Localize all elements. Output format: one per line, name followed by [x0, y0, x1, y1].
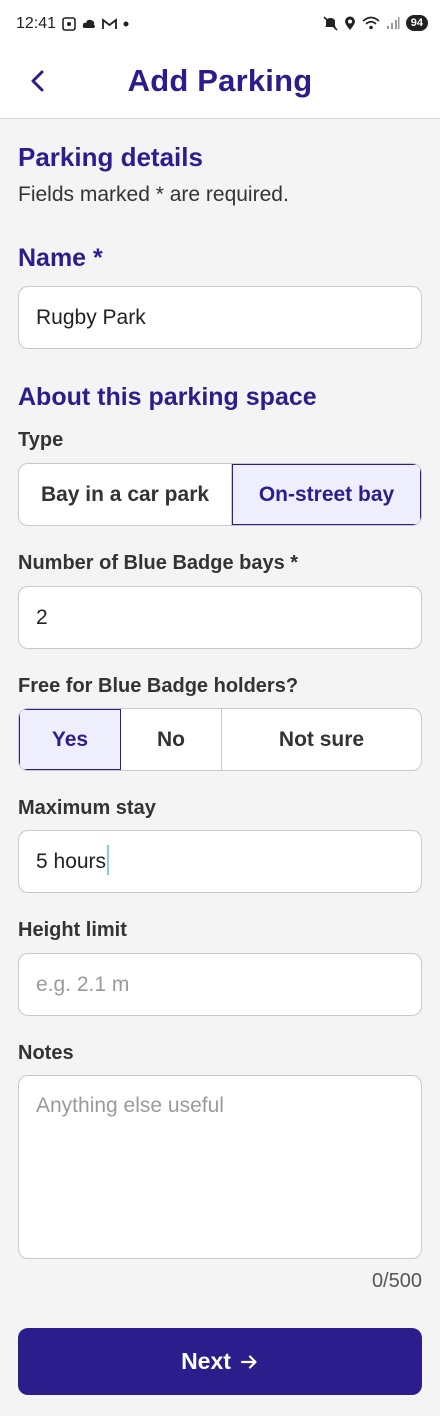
- name-value: Rugby Park: [36, 306, 146, 329]
- system-icons: 94: [323, 15, 428, 31]
- dot-icon: [123, 21, 129, 27]
- free-option-yes[interactable]: Yes: [19, 709, 121, 770]
- notes-counter: 0/500: [371, 1270, 422, 1292]
- free-option-no-label: No: [157, 727, 185, 751]
- text-caret: [107, 845, 110, 876]
- gmail-icon: [102, 18, 117, 29]
- mute-icon: [323, 15, 338, 31]
- status-time: 12:41: [16, 15, 57, 32]
- type-label: Type: [18, 429, 64, 451]
- notes-field[interactable]: Anything else useful: [18, 1075, 422, 1259]
- bays-field[interactable]: 2: [18, 586, 422, 649]
- battery-level: 94: [410, 17, 423, 29]
- free-label: Free for Blue Badge holders?: [18, 675, 299, 697]
- notes-label: Notes: [18, 1042, 74, 1064]
- height-label: Height limit: [18, 919, 127, 941]
- next-button-label: Next: [181, 1348, 231, 1374]
- name-field[interactable]: Rugby Park: [18, 286, 422, 349]
- free-option-no[interactable]: No: [121, 709, 222, 770]
- type-option-car-park-label: Bay in a car park: [40, 482, 210, 506]
- free-option-yes-label: Yes: [51, 727, 89, 751]
- height-placeholder: e.g. 2.1 m: [36, 973, 130, 996]
- height-field[interactable]: e.g. 2.1 m: [18, 953, 422, 1016]
- max-stay-field[interactable]: 5 hours: [18, 830, 422, 893]
- app-bar: Add Parking: [0, 50, 440, 119]
- wifi-icon: [362, 16, 380, 30]
- bays-label: Number of Blue Badge bays *: [18, 552, 299, 574]
- bays-value: 2: [36, 606, 48, 629]
- about-title: About this parking space: [18, 383, 317, 411]
- screenshot-icon: [62, 17, 76, 31]
- name-label: Name *: [18, 244, 103, 272]
- free-option-not-sure-label: Not sure: [278, 727, 365, 751]
- type-selector: Bay in a car park On-street bay: [18, 463, 422, 526]
- cloud-icon: [82, 19, 95, 28]
- notes-placeholder: Anything else useful: [36, 1094, 224, 1117]
- signal-icon: [386, 17, 400, 29]
- next-button[interactable]: Next: [18, 1328, 422, 1395]
- battery-indicator: 94: [405, 15, 428, 31]
- max-stay-label: Maximum stay: [18, 797, 156, 819]
- type-option-on-street-label: On-street bay: [258, 482, 395, 506]
- max-stay-value: 5 hours: [36, 850, 107, 873]
- free-selector: Yes No Not sure: [18, 708, 422, 771]
- add-parking-screen: 12:41 94 Add Parking Parking details Fie…: [0, 0, 440, 1416]
- arrow-right-icon: [240, 1354, 257, 1369]
- required-note: Fields marked * are required.: [18, 183, 289, 206]
- location-icon: [344, 16, 355, 30]
- notification-icons: [62, 17, 129, 31]
- free-option-not-sure[interactable]: Not sure: [222, 709, 421, 770]
- section-title: Parking details: [18, 142, 203, 172]
- status-bar: 12:41 94: [0, 0, 440, 50]
- page-title: Add Parking: [127, 63, 313, 98]
- type-option-on-street[interactable]: On-street bay: [232, 464, 421, 525]
- type-option-car-park[interactable]: Bay in a car park: [19, 464, 232, 525]
